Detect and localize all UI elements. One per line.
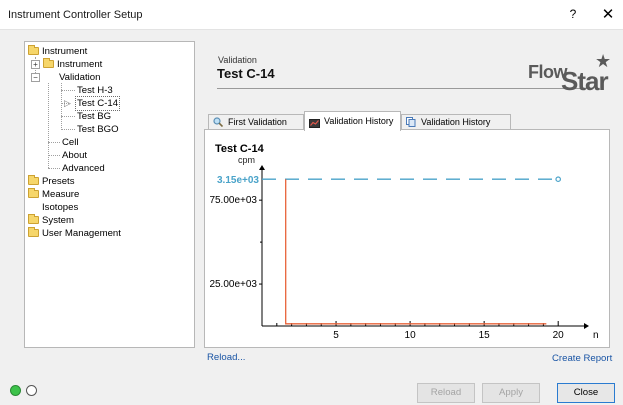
close-button[interactable]: Close [557,383,615,403]
tree-guide-line [48,155,60,156]
x-tick-label: 15 [479,330,491,341]
tree-item-label: Test H-3 [77,85,113,96]
reference-value-label: 3.15e+03 [217,175,259,186]
tree-item-instrument-root[interactable]: Instrument [28,45,87,58]
reload-button[interactable]: Reload [417,383,475,403]
reference-marker [555,176,561,182]
folder-icon [28,227,39,237]
tree-item-about[interactable]: About [62,149,87,162]
x-tick-label: 5 [333,330,339,341]
tree-guide-line [61,90,75,91]
folder-icon [43,58,54,68]
apply-button[interactable]: Apply [482,383,540,403]
tab-validation-history-chart[interactable]: Validation History [304,111,401,131]
tree-item-advanced[interactable]: Advanced [62,162,105,175]
y-axis-arrow [259,165,265,170]
y-tick-label: 75.00e+03 [209,195,257,206]
tree-item-label: Isotopes [42,202,79,213]
collapse-icon[interactable]: − [31,73,40,82]
folder-icon [28,175,39,185]
tree-item-cell[interactable]: Cell [62,136,79,149]
folder-icon [28,188,39,198]
x-tick-label: 10 [405,330,417,341]
tree-item-label: About [62,150,88,161]
reload-link[interactable]: Reload... [207,352,245,363]
create-report-link[interactable]: Create Report [552,353,612,364]
tree-item-label: System [42,215,74,226]
tree-item-label: Measure [42,189,80,200]
x-tick-label: 20 [553,330,565,341]
tree-item-instrument[interactable]: Instrument [43,58,102,71]
tab-label: Validation History [421,117,491,127]
tree-item-test-c14[interactable]: ▷ Test C-14 [64,96,121,111]
tree-item-label: Test C-14 [74,96,121,111]
folder-icon [28,214,39,224]
tree-item-label: Instrument [57,59,103,70]
tree-guide-line [48,142,60,143]
tree-item-user-management[interactable]: User Management [28,227,121,240]
title-bar: Instrument Controller Setup ? ✕ [0,0,623,30]
close-window-button[interactable]: ✕ [600,5,616,23]
window-title: Instrument Controller Setup [8,9,143,21]
tree-item-label: Test BG [77,111,112,122]
series-line [285,179,547,325]
magnifier-icon [213,117,224,128]
tree-item-test-h3[interactable]: Test H-3 [77,84,113,97]
navigation-tree[interactable]: Instrument + Instrument − Validation Tes… [24,41,195,348]
tree-item-validation[interactable]: Validation [59,71,100,84]
tree-item-label: Test BGO [77,124,119,135]
validation-history-chart: Test C-14 cpm 5 10 15 20 n 75.00e+03 25.00e+03… [204,129,610,348]
status-indicator-empty [26,385,37,396]
flowstar-logo: Flow Star ★ [525,51,613,96]
tree-item-presets[interactable]: Presets [28,175,75,188]
tree-item-label: User Management [42,228,121,239]
chart-canvas: 5 10 15 20 n 75.00e+03 25.00e+03 3.15e+03 [209,165,599,341]
copy-icon [406,117,416,128]
star-icon: ★ [595,51,612,71]
y-tick-label: 25.00e+03 [209,279,257,290]
tree-item-test-bg[interactable]: Test BG [77,110,111,123]
tab-label: Validation History [324,116,394,126]
status-indicator-green [10,385,21,396]
tree-item-system[interactable]: System [28,214,74,227]
x-axis-label: n [593,330,599,341]
help-button[interactable]: ? [566,7,580,21]
tab-label: First Validation [228,117,287,127]
tree-item-label: Cell [62,137,79,148]
tree-item-test-bgo[interactable]: Test BGO [77,123,119,136]
tree-guide-line [61,116,75,117]
play-arrow-icon: ▷ [64,98,71,108]
tree-item-label: Validation [59,72,101,83]
tree-item-label: Instrument [42,46,88,57]
expand-icon[interactable]: + [31,60,40,69]
tree-guide-line [48,168,60,169]
tree-item-label: Presets [42,176,75,187]
tree-item-measure[interactable]: Measure [28,188,79,201]
tree-item-isotopes[interactable]: Isotopes [42,201,78,214]
page-title: Test C-14 [217,66,275,81]
page-subtitle: Validation [218,55,257,65]
tree-guide-line [61,129,75,130]
folder-icon [28,45,39,55]
tree-item-label: Advanced [62,163,105,174]
chart-icon [309,116,320,129]
x-axis-arrow [584,323,589,329]
